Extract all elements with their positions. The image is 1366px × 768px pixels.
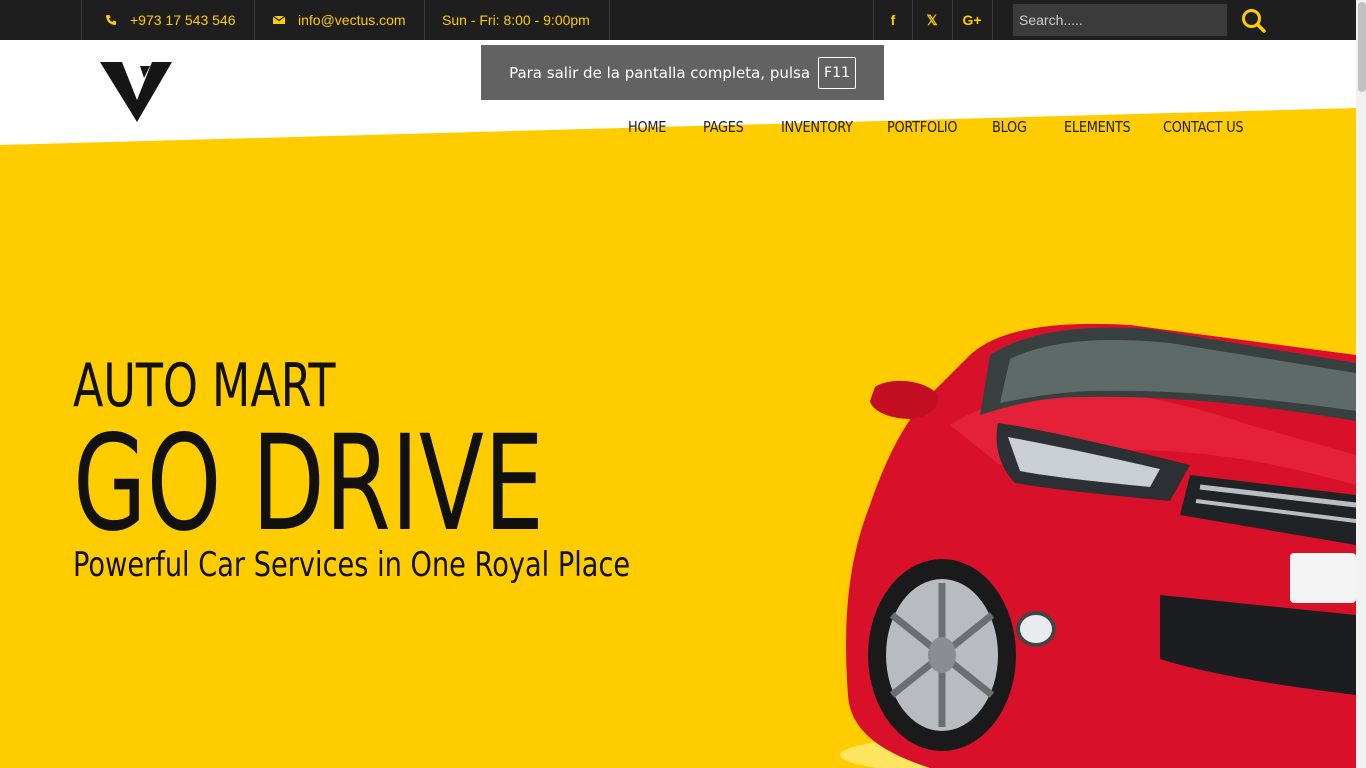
divider xyxy=(424,0,425,40)
x-twitter-icon: 𝕏 xyxy=(926,11,938,28)
nav-blog[interactable]: BLOG xyxy=(992,118,1027,142)
x-twitter-link[interactable]: 𝕏 xyxy=(912,0,952,40)
phone-number: +973 17 543 546 xyxy=(130,12,236,28)
divider xyxy=(254,0,255,40)
hero-subtitle: Powerful Car Services in One Royal Place xyxy=(73,545,631,585)
facebook-icon: f xyxy=(890,12,896,28)
search-input[interactable] xyxy=(1013,4,1227,36)
google-plus-icon: G+ xyxy=(962,12,982,28)
fullscreen-key-hint: F11 xyxy=(818,56,856,89)
email-address: info@vectus.com xyxy=(298,12,406,28)
opening-hours: Sun - Fri: 8:00 - 9:00pm xyxy=(442,0,590,40)
nav-pages[interactable]: PAGES xyxy=(703,118,744,142)
nav-portfolio[interactable]: PORTFOLIO xyxy=(887,118,957,142)
hero-title: GO DRIVE xyxy=(73,407,544,561)
hours-text: Sun - Fri: 8:00 - 9:00pm xyxy=(442,12,590,28)
phone-icon xyxy=(104,13,118,27)
google-plus-link[interactable]: G+ xyxy=(952,0,992,40)
nav-inventory[interactable]: INVENTORY xyxy=(781,118,853,142)
search-button[interactable] xyxy=(1240,7,1268,35)
nav-home[interactable]: HOME xyxy=(628,118,666,142)
logo-mark xyxy=(100,62,172,122)
divider xyxy=(609,0,610,40)
envelope-icon xyxy=(272,13,286,27)
divider xyxy=(992,0,993,40)
email-contact[interactable]: info@vectus.com xyxy=(272,0,406,40)
fullscreen-notice-text: Para salir de la pantalla completa, puls… xyxy=(509,63,811,82)
divider xyxy=(81,0,82,40)
facebook-link[interactable]: f xyxy=(873,0,913,40)
nav-elements[interactable]: ELEMENTS xyxy=(1064,118,1131,142)
site-logo[interactable] xyxy=(100,60,174,124)
search-icon xyxy=(1242,9,1266,33)
phone-contact[interactable]: +973 17 543 546 xyxy=(104,0,236,40)
fullscreen-exit-notice: Para salir de la pantalla completa, puls… xyxy=(481,45,884,100)
nav-contact-us[interactable]: CONTACT US xyxy=(1163,118,1244,142)
page: +973 17 543 546 info@vectus.com Sun - Fr… xyxy=(0,0,1366,768)
top-bar: +973 17 543 546 info@vectus.com Sun - Fr… xyxy=(0,0,1356,40)
scrollbar-thumb[interactable] xyxy=(1358,2,1366,92)
red-car-image xyxy=(840,323,1356,768)
page-scrollbar[interactable] xyxy=(1356,0,1366,768)
